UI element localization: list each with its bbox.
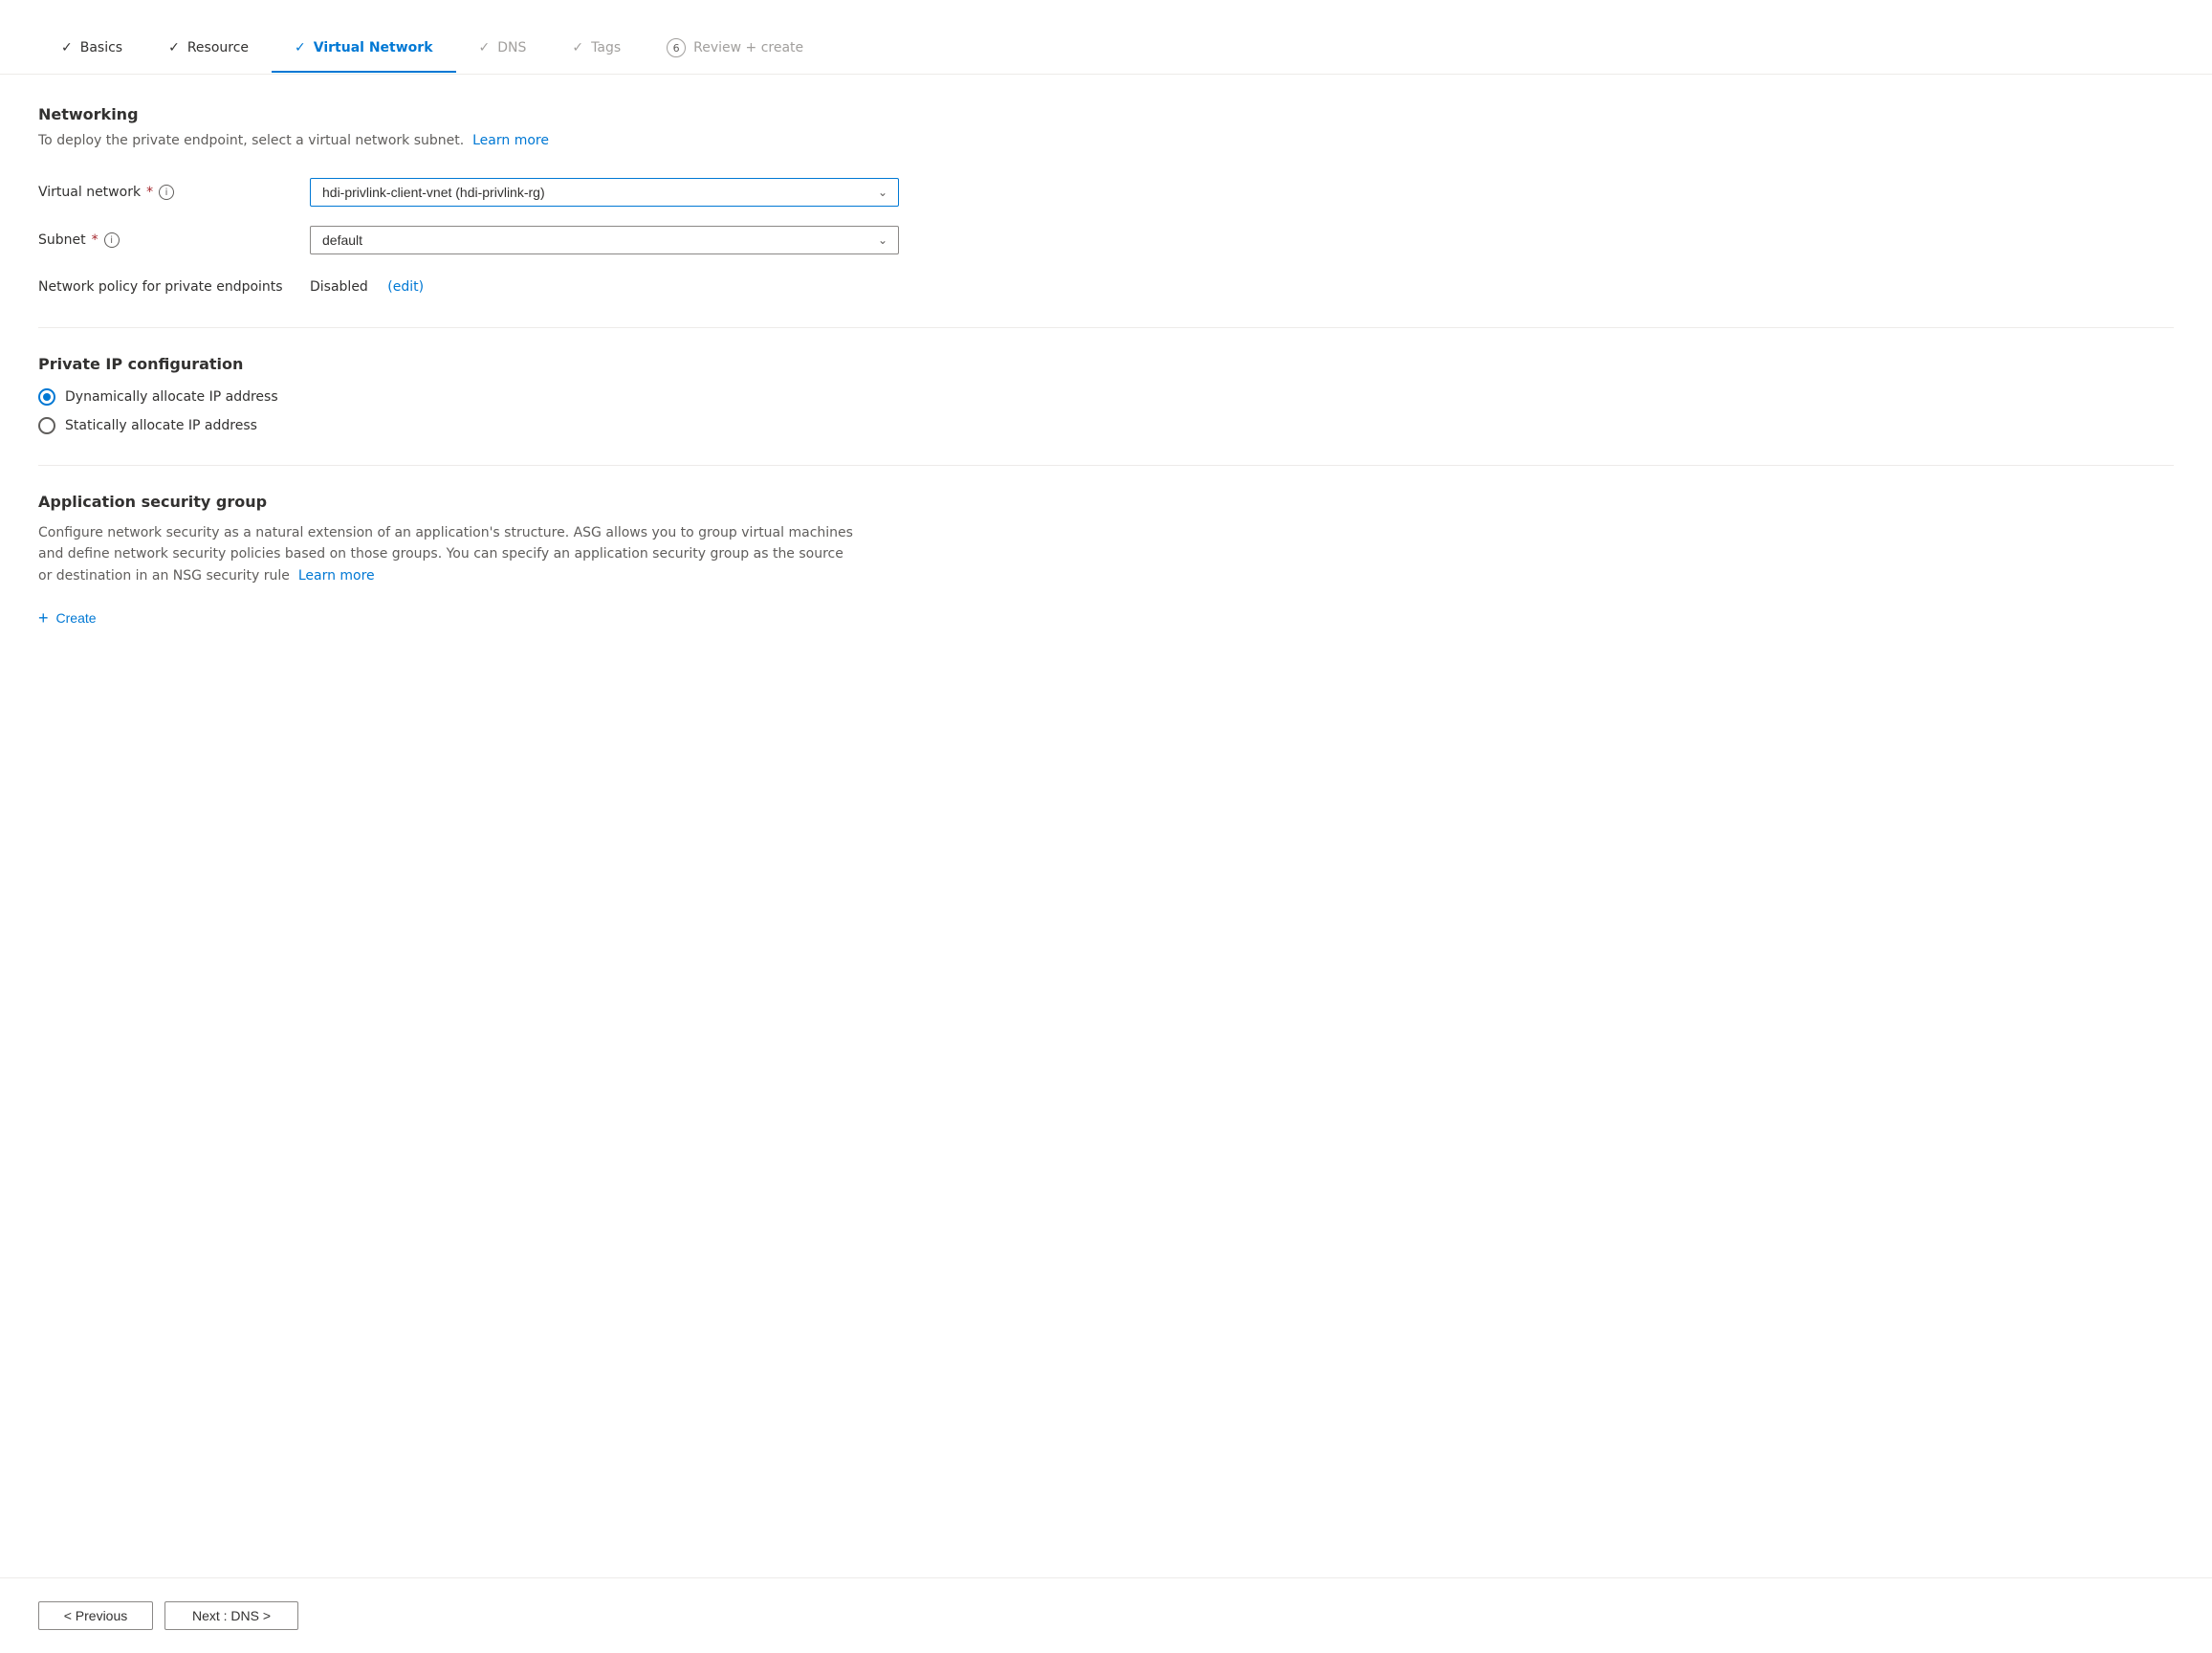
check-icon-dns: ✓: [479, 40, 491, 55]
divider-2: [38, 465, 2174, 466]
tab-virtual-network-label: Virtual Network: [314, 40, 433, 55]
private-ip-title: Private IP configuration: [38, 355, 2174, 373]
subnet-dropdown[interactable]: default: [310, 226, 899, 254]
tab-review-create-label: Review + create: [693, 40, 803, 55]
info-icon-vnet[interactable]: i: [159, 185, 174, 200]
virtual-network-dropdown-wrapper: hdi-privlink-client-vnet (hdi-privlink-r…: [310, 178, 899, 207]
create-asg-label: Create: [56, 610, 97, 626]
tab-dns-label: DNS: [497, 40, 526, 55]
radio-static-input[interactable]: [38, 417, 55, 434]
network-policy-value: Disabled (edit): [310, 274, 899, 300]
tab-basics[interactable]: ✓ Basics: [38, 25, 145, 73]
tab-resource-label: Resource: [187, 40, 249, 55]
wizard-tabs: ✓ Basics ✓ Resource ✓ Virtual Network ✓ …: [0, 0, 2212, 75]
tab-resource[interactable]: ✓ Resource: [145, 25, 272, 73]
virtual-network-dropdown[interactable]: hdi-privlink-client-vnet (hdi-privlink-r…: [310, 178, 899, 207]
subnet-dropdown-wrapper: default ⌄: [310, 226, 899, 254]
main-content: Networking To deploy the private endpoin…: [0, 75, 2212, 753]
form-grid: Virtual network * i hdi-privlink-client-…: [38, 178, 899, 300]
asg-description: Configure network security as a natural …: [38, 522, 861, 586]
info-icon-subnet[interactable]: i: [104, 232, 120, 248]
required-star-vnet: *: [146, 185, 153, 200]
check-icon-basics: ✓: [61, 40, 73, 55]
tab-dns[interactable]: ✓ DNS: [456, 25, 550, 73]
check-icon-tags: ✓: [572, 40, 583, 55]
virtual-network-label: Virtual network * i: [38, 185, 287, 200]
create-asg-button[interactable]: + Create: [38, 609, 97, 627]
radio-static[interactable]: Statically allocate IP address: [38, 417, 2174, 434]
subnet-label: Subnet * i: [38, 232, 287, 248]
radio-group-ip: Dynamically allocate IP address Statical…: [38, 388, 2174, 434]
networking-description: To deploy the private endpoint, select a…: [38, 131, 2174, 151]
network-policy-edit-link[interactable]: (edit): [387, 279, 424, 295]
divider-1: [38, 327, 2174, 328]
networking-learn-more[interactable]: Learn more: [472, 133, 549, 148]
asg-learn-more[interactable]: Learn more: [298, 568, 375, 584]
required-star-subnet: *: [92, 232, 99, 248]
step-circle-review: 6: [667, 38, 686, 57]
tab-basics-label: Basics: [80, 40, 122, 55]
plus-icon: +: [38, 609, 49, 627]
radio-dynamic-input[interactable]: [38, 388, 55, 406]
network-policy-label: Network policy for private endpoints: [38, 279, 287, 295]
check-icon-resource: ✓: [168, 40, 180, 55]
radio-dynamic-label: Dynamically allocate IP address: [65, 389, 278, 405]
next-button[interactable]: Next : DNS >: [164, 1601, 298, 1630]
radio-dynamic[interactable]: Dynamically allocate IP address: [38, 388, 2174, 406]
previous-button[interactable]: < Previous: [38, 1601, 153, 1630]
radio-static-label: Statically allocate IP address: [65, 418, 257, 433]
tab-review-create[interactable]: 6 Review + create: [644, 23, 826, 75]
tab-virtual-network[interactable]: ✓ Virtual Network: [272, 25, 455, 73]
tab-tags-label: Tags: [591, 40, 621, 55]
asg-title: Application security group: [38, 493, 2174, 511]
footer: < Previous Next : DNS >: [0, 1577, 2212, 1653]
tab-tags[interactable]: ✓ Tags: [549, 25, 644, 73]
networking-title: Networking: [38, 105, 2174, 123]
check-icon-vnet: ✓: [295, 40, 306, 55]
